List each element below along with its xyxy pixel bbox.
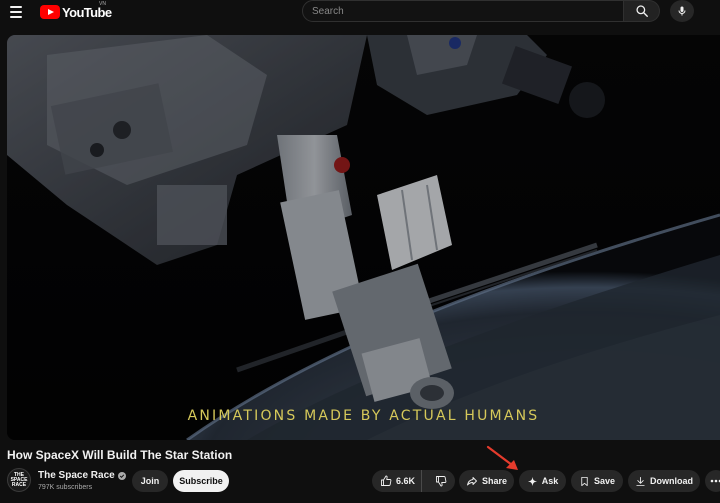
like-button[interactable]: 6.6K <box>372 470 423 492</box>
mic-icon <box>678 6 686 16</box>
video-caption: ANIMATIONS MADE BY ACTUAL HUMANS <box>187 408 540 424</box>
share-label: Share <box>481 476 507 486</box>
ask-label: Ask <box>541 476 559 486</box>
video-frame <box>7 35 720 440</box>
like-count: 6.6K <box>396 476 416 486</box>
voice-search-button[interactable] <box>670 0 694 22</box>
share-icon <box>467 477 477 486</box>
channel-name-row[interactable]: The Space Race <box>38 470 126 481</box>
video-player[interactable]: ANIMATIONS MADE BY ACTUAL HUMANS <box>7 35 720 440</box>
ask-button[interactable]: Ask <box>519 470 566 492</box>
like-dislike-group: 6.6K <box>372 470 455 492</box>
youtube-logo-icon <box>40 5 60 19</box>
annotation-arrow <box>486 445 518 470</box>
sparkle-icon <box>527 476 537 486</box>
subscribe-label: Subscribe <box>179 476 223 486</box>
top-bar: YouTube VN <box>0 0 720 24</box>
more-icon <box>710 479 720 483</box>
join-button[interactable]: Join <box>132 470 168 492</box>
dislike-icon <box>435 476 446 487</box>
download-button[interactable]: Download <box>628 470 700 492</box>
dislike-button[interactable] <box>426 470 455 492</box>
more-actions-button[interactable] <box>705 470 720 492</box>
search-icon <box>635 5 648 17</box>
join-label: Join <box>140 476 160 486</box>
search-input[interactable] <box>312 5 623 17</box>
verified-icon <box>117 471 126 480</box>
menu-icon[interactable] <box>10 3 28 21</box>
channel-avatar[interactable]: THE SPACE RACE <box>7 468 31 492</box>
subscribe-button[interactable]: Subscribe <box>173 470 229 492</box>
save-button[interactable]: Save <box>571 470 623 492</box>
video-title: How SpaceX Will Build The Star Station <box>7 448 233 462</box>
download-label: Download <box>650 476 693 486</box>
channel-name[interactable]: The Space Race <box>38 470 115 481</box>
download-icon <box>636 476 645 486</box>
save-icon <box>581 476 588 486</box>
search-button[interactable] <box>624 0 660 22</box>
search-box <box>302 0 624 22</box>
save-label: Save <box>593 476 616 486</box>
subscriber-count: 797K subscribers <box>38 484 93 491</box>
country-code: VN <box>99 1 106 7</box>
like-icon <box>381 475 392 486</box>
